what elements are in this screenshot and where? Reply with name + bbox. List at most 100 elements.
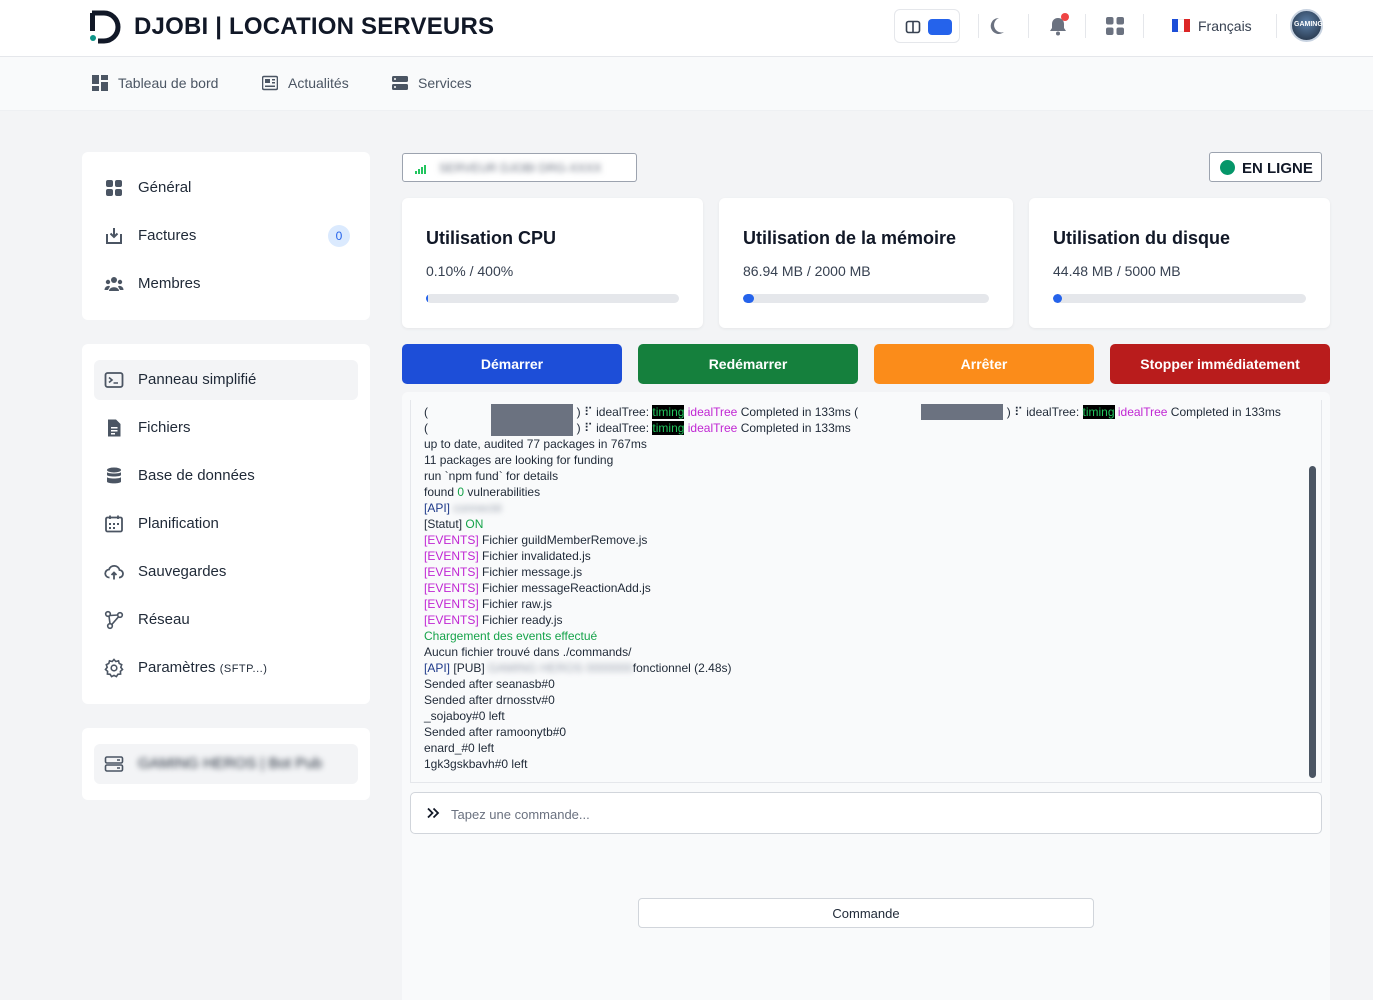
redacted-block — [491, 404, 574, 420]
console-line: Sended after drnosstv#0 — [424, 693, 555, 707]
online-dot — [1220, 160, 1235, 175]
server-icon — [392, 76, 408, 90]
command-input-box[interactable] — [410, 792, 1322, 834]
disk-progress-track — [1053, 294, 1306, 303]
disk-card: Utilisation du disque 44.48 MB / 5000 MB — [1029, 198, 1330, 328]
console-line: _sojaboy#0 left — [424, 709, 505, 723]
command-input[interactable] — [451, 803, 1311, 825]
console-line: up to date, audited 77 packages in 767ms — [424, 437, 647, 451]
gear-icon — [104, 658, 124, 678]
start-button[interactable]: Démarrer — [402, 344, 622, 384]
french-flag-icon[interactable] — [1172, 19, 1190, 32]
console-line: Chargement des events effectué — [424, 629, 598, 643]
stat-title: Utilisation CPU — [426, 228, 557, 248]
console-line: Sended after ramoonytb#0 — [424, 725, 567, 739]
console-line: [EVENTS] Fichier raw.js — [424, 597, 553, 611]
sidebar-item-backups[interactable]: Sauvegardes — [94, 552, 358, 592]
dashboard-icon — [92, 75, 108, 91]
server-switcher-card: GAMING HEROS | Bot Pub — [82, 728, 370, 800]
grid-icon — [106, 180, 122, 196]
sidebar-item-label: Factures — [138, 227, 197, 244]
kill-button[interactable]: Stopper immédiatement — [1110, 344, 1330, 384]
contrast-icon — [905, 20, 921, 34]
account-menu: Général Factures 0 Membres — [82, 152, 370, 320]
cpu-progress-fill — [426, 294, 428, 303]
sidebar-item-label: Membres — [138, 275, 201, 292]
server-name-chip[interactable]: SERVEUR DJOBI DRG-XXXX — [402, 153, 637, 182]
memory-progress-track — [743, 294, 989, 303]
sidebar-item-label: Base de données — [138, 467, 255, 484]
theme-toggle[interactable] — [894, 9, 960, 43]
console-line: [EVENTS] Fichier messageReactionAdd.js — [424, 581, 651, 595]
server-name: SERVEUR DJOBI DRG-XXXX — [439, 161, 602, 175]
current-server-name: GAMING HEROS | Bot Pub — [138, 755, 322, 772]
redacted-block — [491, 420, 574, 436]
console-line: found 0 vulnerabilities — [424, 485, 541, 499]
status-text: EN LIGNE — [1242, 160, 1313, 177]
settings-label: Réseau — [138, 611, 190, 628]
stat-title: Utilisation du disque — [1053, 228, 1231, 248]
memory-progress-fill — [743, 294, 754, 303]
console-line: [API] connecté — [424, 501, 503, 515]
network-icon — [104, 610, 124, 630]
stat-value: 44.48 MB / 5000 MB — [1053, 263, 1181, 279]
send-command-button[interactable]: Commande — [638, 898, 1094, 928]
memory-card: Utilisation de la mémoire 86.94 MB / 200… — [719, 198, 1013, 328]
stat-value: 0.10% / 400% — [426, 263, 514, 279]
djobi-logo-icon[interactable] — [88, 10, 124, 44]
sidebar-item-invoices[interactable]: Factures 0 — [94, 216, 358, 256]
console-output[interactable]: ( ) ⠏ idealTree: timing idealTree Comple… — [410, 400, 1322, 783]
console-line: [EVENTS] Fichier ready.js — [424, 613, 563, 627]
user-avatar[interactable]: GAMING — [1290, 9, 1323, 42]
brand-title[interactable]: DJOBI | LOCATION SERVEURS — [134, 13, 494, 41]
double-chevron-right-icon — [427, 807, 440, 819]
moon-icon[interactable] — [989, 15, 1011, 37]
sidebar-item-label: Panneau simplifié — [138, 371, 257, 388]
nav-services[interactable]: Services — [392, 75, 472, 91]
nav-label: Services — [418, 75, 472, 91]
apps-grid-icon[interactable] — [1104, 15, 1126, 37]
console-line: 11 packages are looking for funding — [424, 453, 614, 467]
nav-dashboard[interactable]: Tableau de bord — [92, 75, 218, 91]
disk-progress-fill — [1053, 294, 1062, 303]
sidebar-item-general[interactable]: Général — [94, 168, 358, 208]
toggle-switch[interactable] — [928, 19, 952, 35]
current-server-selector[interactable]: GAMING HEROS | Bot Pub — [94, 744, 358, 784]
sidebar-item-label: Réseau — [138, 611, 190, 628]
stat-title: Utilisation de la mémoire — [743, 228, 957, 248]
calendar-icon — [105, 515, 123, 533]
restart-button[interactable]: Redémarrer — [638, 344, 858, 384]
language-selector[interactable]: Français — [1198, 18, 1252, 34]
divider — [1085, 14, 1086, 38]
settings-label-suffix: (SFTP...) — [219, 663, 268, 675]
console-line: [EVENTS] Fichier invalidated.js — [424, 549, 591, 563]
divider — [1276, 14, 1277, 38]
console-line: Aucun fichier trouvé dans ./commands/ — [424, 645, 632, 659]
file-icon — [108, 419, 121, 437]
sidebar-item-settings[interactable]: Paramètres (SFTP...) — [94, 648, 358, 688]
users-icon — [104, 277, 124, 291]
sidebar-item-schedule[interactable]: Planification — [94, 504, 358, 544]
nav-news[interactable]: Actualités — [262, 75, 349, 91]
stop-button[interactable]: Arrêter — [874, 344, 1094, 384]
sidebar-item-database[interactable]: Base de données — [94, 456, 358, 496]
cpu-progress-track — [426, 294, 679, 303]
terminal-icon — [104, 372, 124, 388]
sidebar-item-simple-panel[interactable]: Panneau simplifié — [94, 360, 358, 400]
status-badge: EN LIGNE — [1209, 152, 1322, 182]
notification-dot — [1061, 13, 1069, 21]
sidebar-item-files[interactable]: Fichiers — [94, 408, 358, 448]
newspaper-icon — [262, 75, 278, 91]
console-line: ( ) ⠏ idealTree: timing idealTree Comple… — [424, 420, 851, 436]
cpu-card: Utilisation CPU 0.10% / 400% — [402, 198, 703, 328]
nav-label: Tableau de bord — [118, 75, 219, 91]
sidebar-item-network[interactable]: Réseau — [94, 600, 358, 640]
settings-label-main: Paramètres — [138, 659, 216, 676]
console-scrollbar[interactable] — [1309, 466, 1316, 778]
sidebar-item-members[interactable]: Membres — [94, 264, 358, 304]
download-box-icon — [106, 228, 122, 244]
signal-icon — [415, 165, 426, 174]
server-icon — [104, 756, 124, 772]
database-icon — [107, 467, 121, 484]
console-line: Sended after seanasb#0 — [424, 677, 555, 691]
